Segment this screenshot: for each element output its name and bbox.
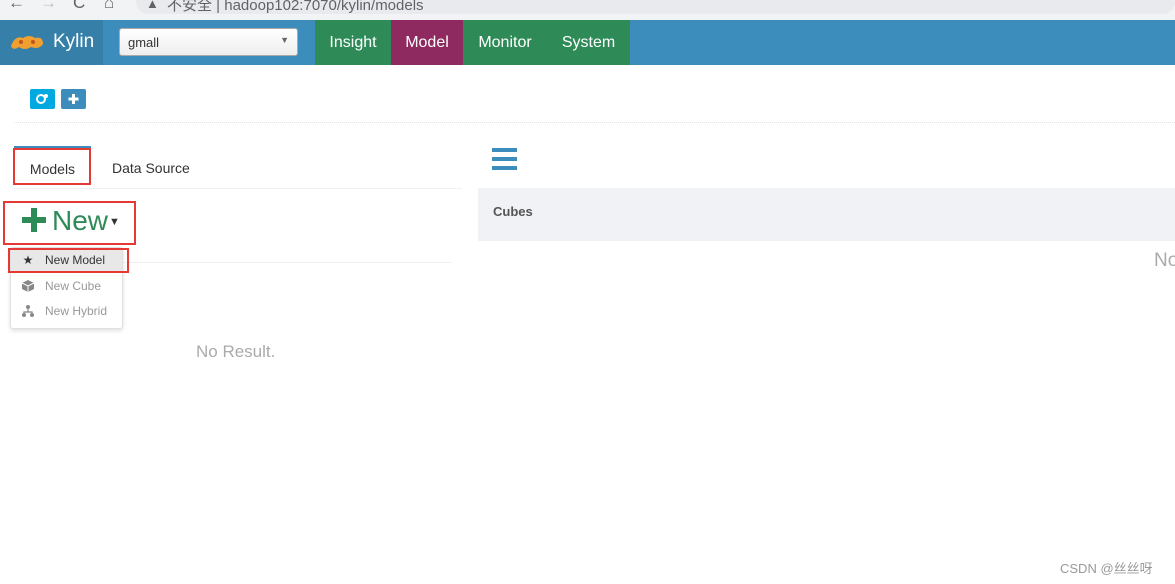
nav-monitor[interactable]: Monitor [463, 20, 547, 65]
nav-system[interactable]: System [547, 20, 630, 65]
settings-icon [30, 89, 55, 109]
browser-toolbar: ← → C ⌂ ▲ 不安全 | hadoop102:7070/kylin/mod… [0, 0, 1175, 20]
brand-title: Kylin [53, 31, 95, 52]
cubes-header: Cubes [478, 188, 1175, 241]
hybrid-icon [21, 304, 35, 318]
forward-icon[interactable]: → [40, 0, 57, 13]
tab-data-source[interactable]: Data Source [112, 160, 190, 176]
tab-divider [14, 188, 462, 189]
project-select[interactable]: gmall ▼ [119, 28, 298, 56]
highlight-box [13, 148, 91, 185]
reload-icon[interactable]: C [73, 0, 85, 13]
add-button[interactable] [61, 89, 86, 109]
brand[interactable]: Kylin [0, 20, 103, 65]
kylin-logo-icon [11, 36, 43, 49]
nav-insight[interactable]: Insight [315, 20, 391, 65]
cube-icon [21, 279, 35, 293]
menu-item-label: New Cube [45, 279, 102, 293]
highlight-box [8, 248, 129, 273]
chevron-down-icon: ▼ [280, 35, 289, 45]
menu-item-label: New Hybrid [45, 304, 108, 318]
menu-item-new-hybrid[interactable]: New Hybrid [11, 299, 122, 323]
cubes-header-label: Cubes [493, 204, 533, 219]
settings-button[interactable] [30, 89, 55, 109]
models-empty-text: No Result. [196, 342, 276, 361]
top-navbar: Kylin gmall ▼ Insight Model Monitor Syst… [0, 20, 1175, 65]
warning-icon: ▲ [146, 0, 159, 11]
highlight-box [3, 201, 136, 245]
cubes-empty-text: No [1154, 250, 1175, 271]
hamburger-menu-icon[interactable] [492, 148, 517, 170]
menu-item-new-cube[interactable]: New Cube [11, 274, 122, 298]
plus-icon [61, 89, 86, 109]
back-icon[interactable]: ← [8, 0, 25, 13]
nav-model[interactable]: Model [391, 20, 463, 65]
divider [14, 122, 1175, 123]
project-select-value: gmall [128, 35, 160, 50]
address-url: 不安全 | hadoop102:7070/kylin/models [167, 0, 424, 14]
watermark: CSDN @丝丝呀 [1060, 561, 1153, 576]
home-icon[interactable]: ⌂ [104, 0, 114, 13]
